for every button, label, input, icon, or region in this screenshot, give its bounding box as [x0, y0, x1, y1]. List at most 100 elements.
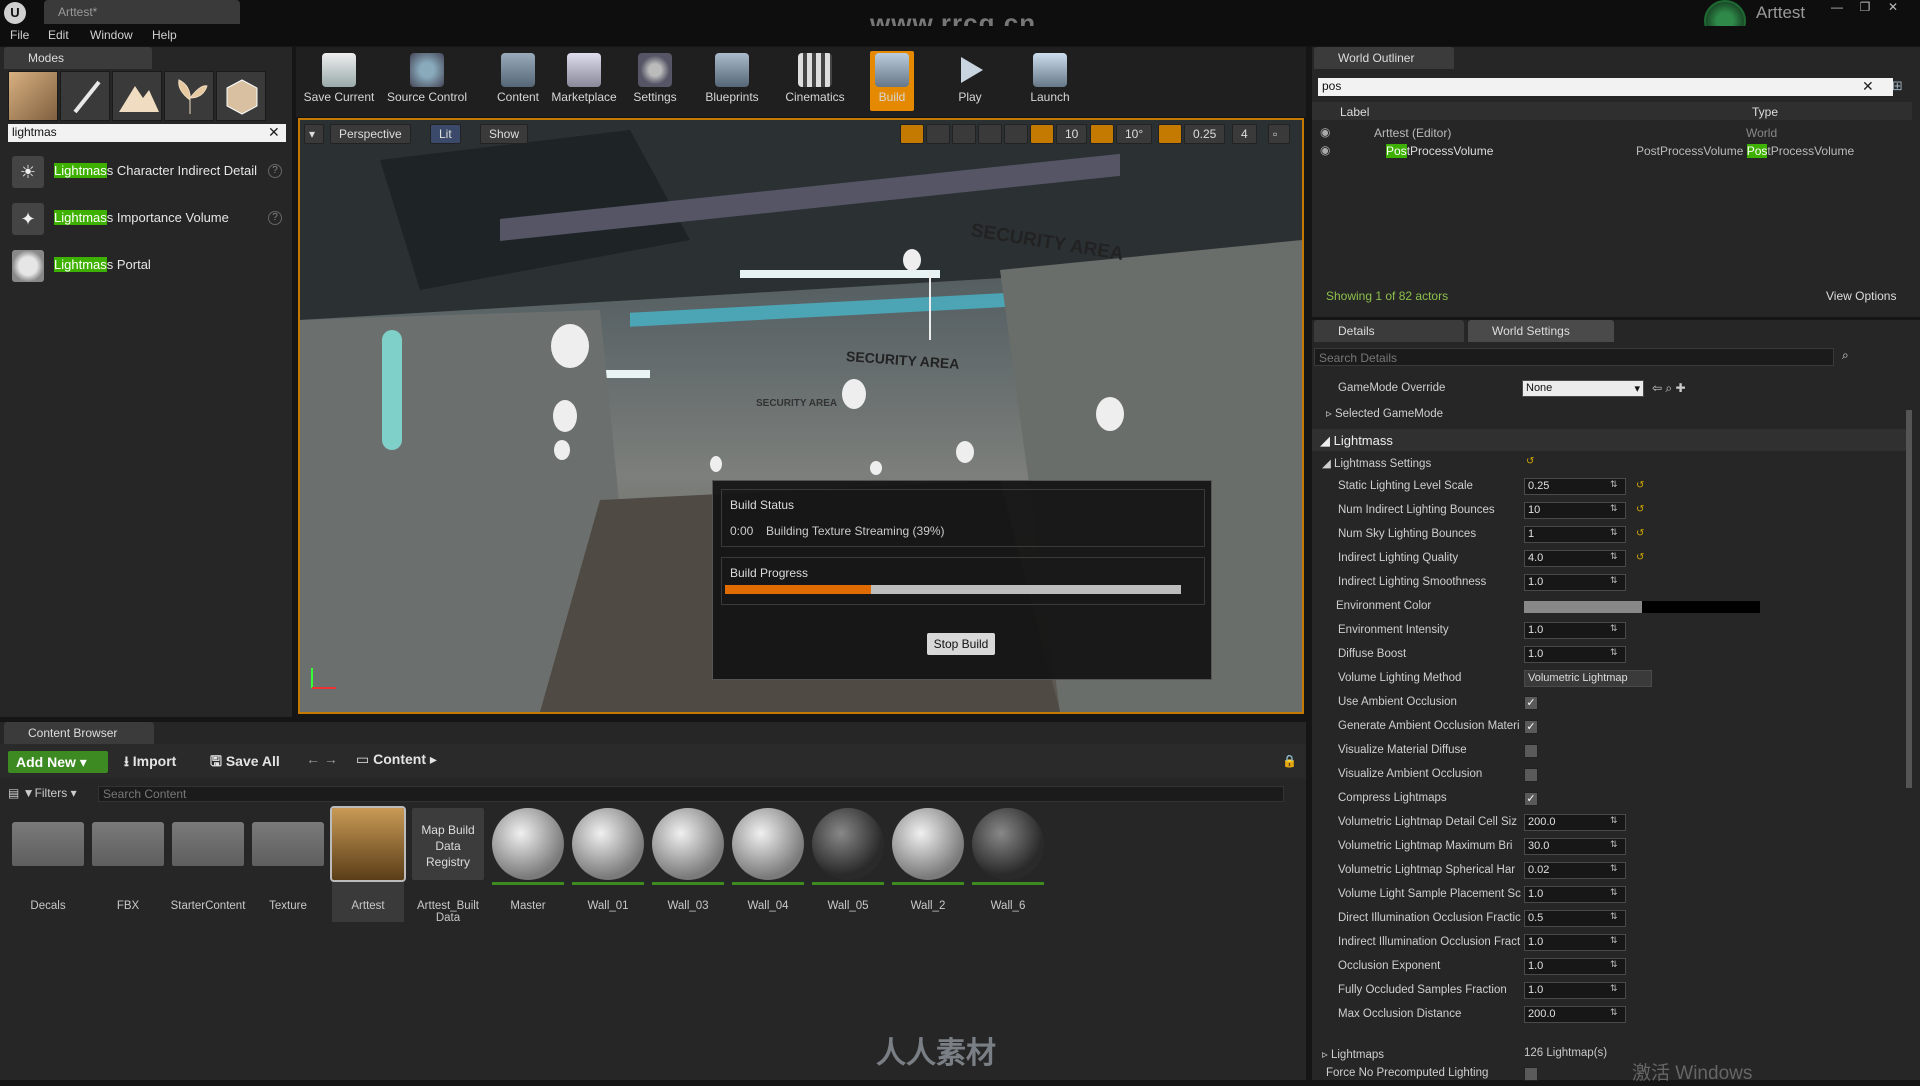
world-local-icon[interactable]	[978, 124, 1002, 144]
column-label[interactable]: Label	[1340, 105, 1369, 119]
spin-icon[interactable]: ⇅	[1610, 983, 1624, 997]
build-button[interactable]: Build	[870, 51, 914, 111]
maximize-icon[interactable]: ❐	[1852, 0, 1878, 16]
menu-window[interactable]: Window	[90, 28, 133, 42]
spin-icon[interactable]: ⇅	[1610, 863, 1624, 877]
prop-checkbox[interactable]: ✓	[1524, 696, 1538, 710]
scale-snap-icon[interactable]	[1158, 124, 1182, 144]
menu-help[interactable]: Help	[152, 28, 177, 42]
prop-checkbox[interactable]	[1524, 768, 1538, 782]
import-button[interactable]: ⭳ Import	[124, 751, 176, 773]
asset-tile[interactable]: Decals	[12, 808, 84, 922]
add-new-button[interactable]: Add New ▾	[8, 751, 108, 773]
spin-icon[interactable]: ⇅	[1610, 503, 1624, 517]
outliner-search-input[interactable]: pos	[1318, 78, 1893, 96]
viewport-options-dropdown[interactable]: ▾	[304, 124, 324, 144]
rotate-icon[interactable]	[926, 124, 950, 144]
prop-checkbox[interactable]	[1524, 744, 1538, 758]
gamemode-select[interactable]: None ▾	[1522, 380, 1644, 397]
save-current-button[interactable]: Save Current	[302, 51, 376, 111]
asset-tile[interactable]: Wall_2	[892, 808, 964, 922]
reset-icon[interactable]: ↺	[1636, 504, 1644, 515]
camera-speed-value[interactable]: 4	[1232, 124, 1257, 144]
spin-icon[interactable]: ⇅	[1610, 575, 1624, 589]
mode-item-importance-volume[interactable]: ✦ Lightmass Importance Volume ?	[8, 199, 288, 239]
asset-tile[interactable]: Wall_05	[812, 808, 884, 922]
force-no-precomputed-checkbox[interactable]	[1524, 1067, 1538, 1081]
world-outliner-tab[interactable]: World Outliner	[1314, 47, 1454, 69]
lit-button[interactable]: Lit	[430, 124, 461, 144]
marketplace-button[interactable]: Marketplace	[550, 51, 618, 111]
prop-checkbox[interactable]: ✓	[1524, 720, 1538, 734]
maximize-viewport-icon[interactable]: ▫	[1268, 124, 1290, 144]
spin-icon[interactable]: ⇅	[1610, 887, 1624, 901]
level-viewport[interactable]: SECURITY AREA SECURITY AREA SECURITY ARE…	[298, 118, 1304, 714]
help-icon[interactable]: ?	[268, 164, 282, 178]
spin-icon[interactable]: ⇅	[1610, 839, 1624, 853]
rotation-snap-value[interactable]: 10°	[1116, 124, 1153, 144]
surface-snap-icon[interactable]	[1004, 124, 1028, 144]
asset-tile[interactable]: Arttest	[330, 806, 406, 922]
content-search-input[interactable]: Search Content	[98, 786, 1284, 802]
details-scrollbar[interactable]	[1906, 410, 1912, 788]
asset-tile[interactable]: Wall_03	[652, 808, 724, 922]
nav-back-icon[interactable]: ← →	[306, 751, 338, 773]
eye-icon[interactable]: ◉	[1320, 143, 1330, 157]
launch-button[interactable]: Launch	[1026, 51, 1074, 111]
spin-icon[interactable]: ⇅	[1610, 1007, 1624, 1021]
clear-search-icon[interactable]: ✕	[268, 124, 280, 141]
eye-icon[interactable]: ◉	[1320, 125, 1330, 139]
landscape-mode-icon[interactable]	[112, 71, 162, 121]
grid-snap-icon[interactable]	[1030, 124, 1054, 144]
content-button[interactable]: Content	[492, 51, 544, 111]
environment-color-swatch[interactable]	[1524, 601, 1760, 613]
foliage-mode-icon[interactable]	[164, 71, 214, 121]
filters-button[interactable]: ▤ ▼Filters ▾	[8, 786, 77, 800]
settings-button[interactable]: Settings	[630, 51, 680, 111]
spin-icon[interactable]: ⇅	[1610, 623, 1624, 637]
spin-icon[interactable]: ⇅	[1610, 815, 1624, 829]
clear-search-icon[interactable]: ✕	[1862, 78, 1874, 95]
spin-icon[interactable]: ⇅	[1610, 551, 1624, 565]
volume-lighting-method-select[interactable]: Volumetric Lightmap	[1524, 670, 1652, 687]
geometry-mode-icon[interactable]	[216, 71, 266, 121]
modes-search-input[interactable]: lightmas	[8, 124, 286, 142]
prop-checkbox[interactable]: ✓	[1524, 792, 1538, 806]
asset-tile[interactable]: Wall_04	[732, 808, 804, 922]
translate-icon[interactable]	[900, 124, 924, 144]
prop-selected-gamemode[interactable]: ▹ Selected GameMode	[1312, 401, 1907, 425]
show-button[interactable]: Show	[480, 124, 529, 144]
content-browser-tab[interactable]: Content Browser	[4, 722, 154, 744]
spin-icon[interactable]: ⇅	[1610, 911, 1624, 925]
reset-icon[interactable]: ↺	[1636, 552, 1644, 563]
asset-tile[interactable]: Master	[492, 808, 564, 922]
rotation-snap-icon[interactable]	[1090, 124, 1114, 144]
asset-tile[interactable]: FBX	[92, 808, 164, 922]
paint-mode-icon[interactable]	[60, 71, 110, 121]
minimize-icon[interactable]: —	[1824, 0, 1850, 16]
menu-edit[interactable]: Edit	[48, 28, 69, 42]
asset-tile[interactable]: Wall_01	[572, 808, 644, 922]
blueprints-button[interactable]: Blueprints	[702, 51, 762, 111]
save-all-button[interactable]: 🖫 Save All	[210, 751, 280, 773]
spin-icon[interactable]: ⇅	[1610, 959, 1624, 973]
play-button[interactable]: Play	[948, 51, 992, 111]
prop-lightmass-settings[interactable]: ◢ Lightmass Settings ↺	[1312, 451, 1907, 475]
view-options-button[interactable]: View Options	[1826, 289, 1896, 303]
spin-icon[interactable]: ⇅	[1610, 647, 1624, 661]
mode-item-character-indirect-detail[interactable]: ☀ Lightmass Character Indirect Detail ?	[8, 152, 288, 192]
perspective-button[interactable]: Perspective	[330, 124, 411, 144]
modes-tab[interactable]: Modes	[4, 47, 152, 69]
scale-icon[interactable]	[952, 124, 976, 144]
asset-tile[interactable]: Wall_6	[972, 808, 1044, 922]
asset-tile[interactable]: Map Build Data Registry Arttest_Built Dat…	[412, 808, 484, 924]
asset-tile[interactable]: StarterContent	[171, 808, 245, 922]
source-control-button[interactable]: Source Control	[384, 51, 470, 111]
scale-snap-value[interactable]: 0.25	[1184, 124, 1226, 144]
reset-icon[interactable]: ↺	[1636, 528, 1644, 539]
column-type[interactable]: Type	[1752, 105, 1778, 119]
outliner-row-postprocess[interactable]: ◉ PostProcessVolume PostProcessVolume Po…	[1318, 142, 1908, 160]
world-settings-tab[interactable]: World Settings	[1468, 320, 1614, 342]
help-icon[interactable]: ?	[268, 211, 282, 225]
spin-icon[interactable]: ⇅	[1610, 527, 1624, 541]
